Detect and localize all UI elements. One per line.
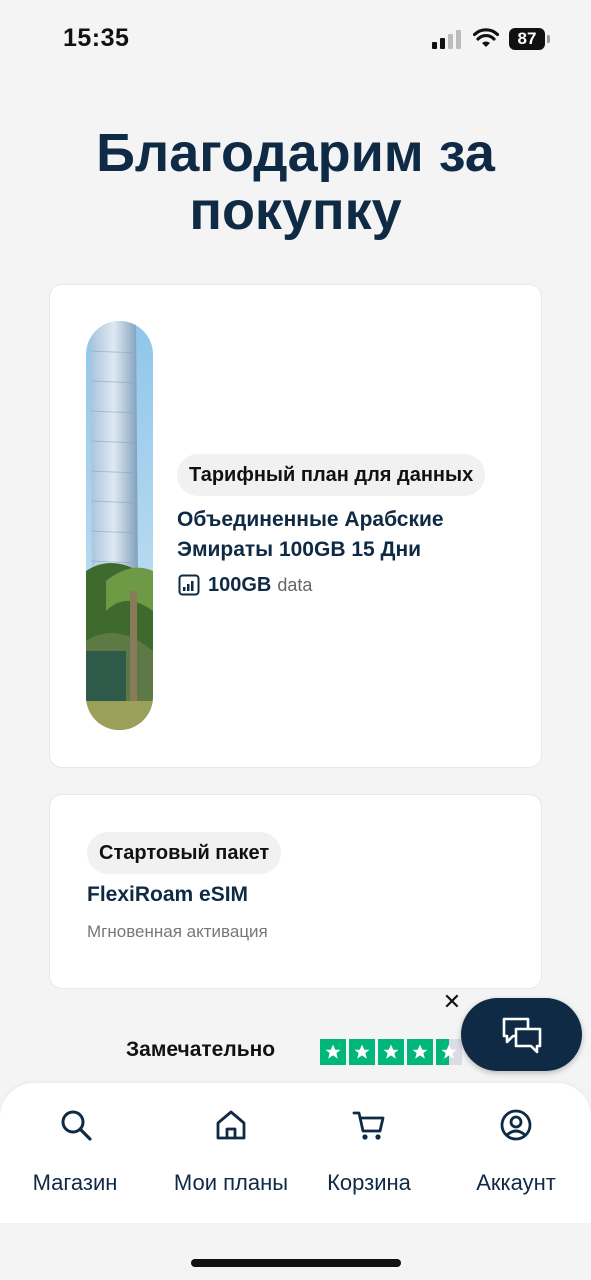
- home-indicator[interactable]: [191, 1259, 401, 1267]
- tab-label: Корзина: [327, 1170, 411, 1195]
- chat-button[interactable]: [461, 998, 582, 1071]
- data-bars-icon: [178, 574, 200, 596]
- cart-icon: [352, 1111, 385, 1140]
- half-star-icon: [436, 1039, 462, 1065]
- status-bar: 15:35 87: [0, 0, 591, 80]
- plan-type-badge: Тарифный план для данных: [177, 454, 486, 496]
- tab-my-plans[interactable]: Мои планы: [158, 1083, 304, 1223]
- close-chat-icon[interactable]: ✕: [441, 991, 463, 1013]
- home-icon: [216, 1110, 246, 1140]
- search-icon: [61, 1110, 92, 1141]
- plan-card[interactable]: Тарифный план для данных Объединенные Ар…: [50, 285, 541, 767]
- star-icon: [349, 1039, 375, 1065]
- data-allowance: 100GB data: [178, 573, 312, 597]
- starter-pack-subtitle: Мгновенная активация: [87, 922, 268, 941]
- tab-label: Мои планы: [173, 1170, 289, 1195]
- cellular-signal-icon: [432, 30, 461, 49]
- tab-shop[interactable]: Магазин: [10, 1083, 140, 1223]
- data-value: 100GB: [208, 573, 272, 596]
- starter-pack-badge: Стартовый пакет: [87, 832, 282, 874]
- starter-pack-card[interactable]: Стартовый пакет FlexiRoam eSIM Мгновенна…: [50, 795, 541, 988]
- tab-label: Аккаунт: [476, 1170, 556, 1195]
- review-label: Замечательно: [126, 1038, 276, 1061]
- wifi-icon: [473, 28, 499, 47]
- battery-level: 87: [509, 28, 545, 50]
- trustpilot-stars[interactable]: [320, 1039, 462, 1065]
- tab-cart[interactable]: Корзина: [310, 1083, 428, 1223]
- plan-image: [86, 321, 153, 730]
- data-unit: data: [277, 574, 313, 595]
- user-icon: [500, 1109, 532, 1141]
- status-time: 15:35: [63, 24, 130, 52]
- starter-pack-name: FlexiRoam eSIM: [87, 883, 249, 906]
- battery-indicator: 87: [509, 28, 551, 50]
- chat-bubbles-icon: [502, 1017, 542, 1054]
- plan-name: Объединенные Арабские Эмираты 100GB 15 Д…: [177, 508, 444, 561]
- star-icon: [320, 1039, 346, 1065]
- tab-label: Магазин: [32, 1170, 118, 1195]
- page-title: Благодарим за покупку: [96, 123, 495, 241]
- tab-account[interactable]: Аккаунт: [458, 1083, 574, 1223]
- star-icon: [378, 1039, 404, 1065]
- bottom-tab-bar: Магазин Мои планы Корзина Аккаунт: [0, 1083, 591, 1223]
- star-icon: [407, 1039, 433, 1065]
